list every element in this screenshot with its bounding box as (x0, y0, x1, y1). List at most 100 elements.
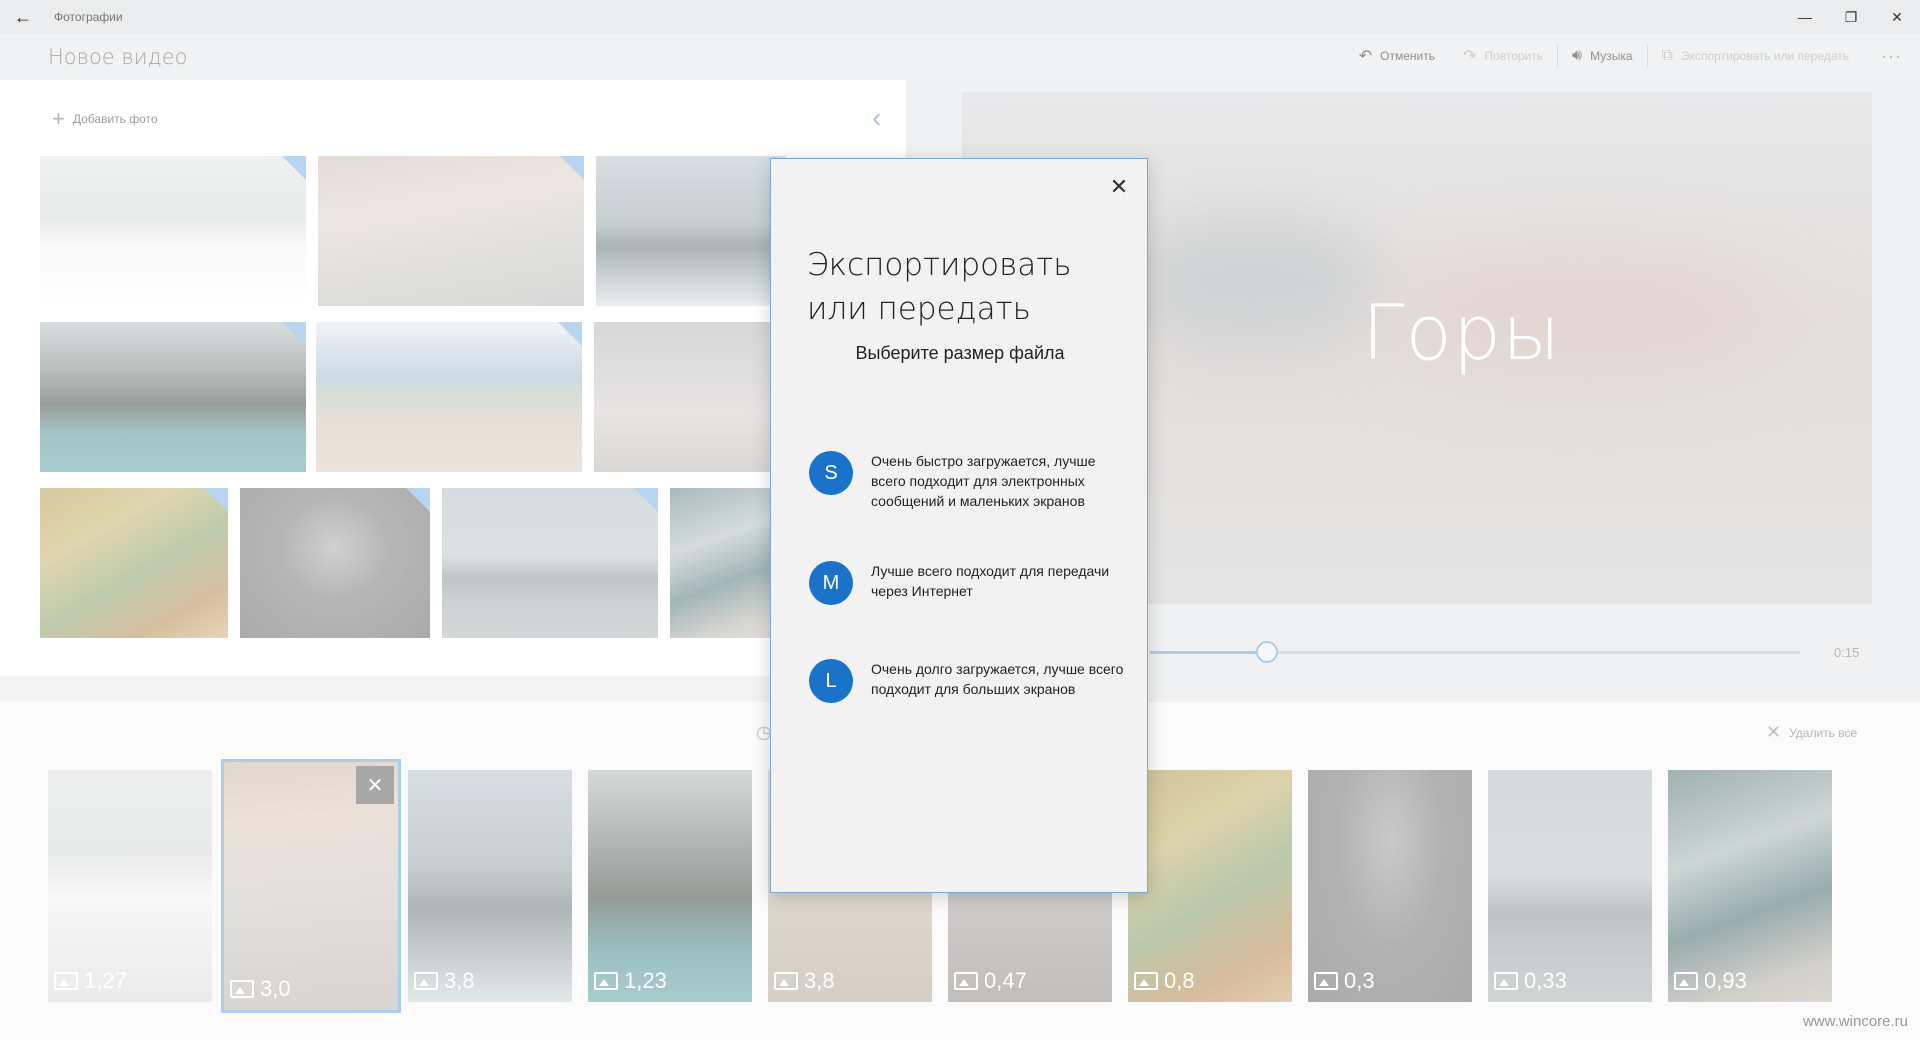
image-icon (54, 972, 78, 990)
card-duration-text: 3,8 (444, 968, 475, 993)
chevron-left-icon[interactable]: ‹ (872, 102, 881, 134)
back-arrow-icon[interactable]: ← (0, 0, 46, 34)
delete-all-label: Удалить все (1789, 725, 1858, 740)
image-icon (774, 972, 798, 990)
size-badge-l: L (809, 659, 853, 703)
music-button[interactable]: 🔊︎ Музыка (1558, 47, 1647, 65)
card-duration: 3,8 (774, 968, 835, 994)
export-option-large[interactable]: L Очень долго загружается, лучше всего п… (809, 659, 1129, 703)
undo-icon: ↶ (1358, 48, 1373, 65)
close-window-icon[interactable]: ✕ (1874, 0, 1920, 34)
selected-corner-icon (558, 322, 582, 346)
minimize-icon[interactable]: — (1782, 0, 1828, 34)
card-duration-text: 0,47 (984, 968, 1027, 993)
card-duration-text: 1,27 (84, 968, 127, 993)
card-duration-text: 0,93 (1704, 968, 1747, 993)
selected-corner-icon (282, 156, 306, 180)
preview-blur-shape (1122, 212, 1382, 352)
card-duration: 0,47 (954, 968, 1027, 994)
library-photo-snowy-forest[interactable] (596, 156, 786, 306)
image-icon (1494, 972, 1518, 990)
library-photo-dunes[interactable] (316, 322, 582, 472)
project-title[interactable]: Новое видео (48, 45, 188, 69)
card-duration: 0,33 (1494, 968, 1567, 994)
library-photo-parrot[interactable] (40, 488, 228, 638)
card-duration: 3,0 (230, 976, 291, 1002)
app-title: Фотографии (54, 10, 123, 24)
card-duration: 0,3 (1314, 968, 1375, 994)
window-controls: — ❐ ✕ (1782, 0, 1920, 34)
title-bar: ← Фотографии — ❐ ✕ (0, 0, 1920, 34)
export-option-small[interactable]: S Очень быстро загружается, лучше всего … (809, 451, 1129, 511)
export-option-medium[interactable]: M Лучше всего подходит для передачи чере… (809, 561, 1129, 605)
card-duration-text: 0,3 (1344, 968, 1375, 993)
card-duration-text: 0,8 (1164, 968, 1195, 993)
library-photo-mountain-lake[interactable] (40, 322, 306, 472)
export-dialog: ✕ Экспортировать или передать Выберите р… (770, 158, 1148, 893)
library-photo-snowy-cliff[interactable] (318, 156, 584, 306)
storyboard-card-selected[interactable]: ✕ 3,0 (221, 759, 401, 1013)
video-duration: 0:15 (1834, 645, 1860, 660)
export-button[interactable]: ⧉ Экспортировать или передать (1648, 47, 1863, 65)
storyboard-card[interactable]: 0,8 (1128, 770, 1292, 1002)
card-duration: 1,23 (594, 968, 667, 994)
seek-progress (1150, 651, 1267, 654)
seek-slider-thumb[interactable] (1256, 641, 1278, 663)
watermark: www.wincore.ru (1802, 1013, 1908, 1030)
music-label: Музыка (1590, 49, 1633, 63)
redo-button[interactable]: ↷ Повторить (1449, 46, 1557, 66)
card-duration: 1,27 (54, 968, 127, 994)
image-icon (1674, 972, 1698, 990)
library-photo-pier[interactable] (594, 322, 786, 472)
add-photo-label: Добавить фото (72, 112, 158, 126)
storyboard-card[interactable]: 0,3 (1308, 770, 1472, 1002)
selected-corner-icon (560, 156, 584, 180)
card-duration-text: 3,0 (260, 976, 291, 1001)
export-label: Экспортировать или передать (1680, 49, 1850, 63)
delete-all-button[interactable]: ✕ Удалить все (1766, 722, 1857, 743)
storyboard-card[interactable]: 0,33 (1488, 770, 1652, 1002)
card-duration-text: 0,33 (1524, 968, 1567, 993)
speaker-icon: 🔊︎ (1572, 47, 1583, 64)
size-badge-m: M (809, 561, 853, 605)
plus-icon: + (52, 106, 65, 131)
option-description: Лучше всего подходит для передачи через … (871, 563, 1110, 599)
card-duration: 0,93 (1674, 968, 1747, 994)
storyboard-card[interactable]: 1,23 (588, 770, 752, 1002)
library-photo-waves[interactable] (670, 488, 786, 638)
card-duration-text: 1,23 (624, 968, 667, 993)
toolbar: ↶ Отменить ↷ Повторить 🔊︎ Музыка ⧉ Экспо… (1345, 42, 1920, 70)
selected-corner-icon (634, 488, 658, 512)
selected-corner-icon (204, 488, 228, 512)
card-duration: 3,8 (414, 968, 475, 994)
storyboard-card[interactable]: 1,27 (48, 770, 212, 1002)
option-description: Очень долго загружается, лучше всего под… (871, 661, 1124, 697)
preview-title-text: Горы (1362, 288, 1562, 377)
card-duration: 0,8 (1134, 968, 1195, 994)
editor-header: Новое видео ↶ Отменить ↷ Повторить 🔊︎ Му… (0, 34, 1920, 80)
remove-card-icon[interactable]: ✕ (356, 766, 394, 804)
image-icon (1134, 972, 1158, 990)
library-photo-hares[interactable] (40, 156, 306, 306)
selected-corner-icon (406, 488, 430, 512)
undo-label: Отменить (1380, 49, 1436, 63)
close-icon[interactable]: ✕ (1105, 173, 1133, 201)
option-description: Очень быстро загружается, лучше всего по… (871, 453, 1096, 509)
undo-button[interactable]: ↶ Отменить (1345, 46, 1449, 66)
dialog-title: Экспортировать или передать (807, 247, 1072, 327)
library-photo-building[interactable] (240, 488, 430, 638)
dialog-subtitle: Выберите размер файла (855, 343, 1065, 363)
library-photo-mountain-range[interactable] (442, 488, 658, 638)
size-badge-s: S (809, 451, 853, 495)
restore-icon[interactable]: ❐ (1828, 0, 1874, 34)
close-icon: ✕ (1766, 722, 1782, 742)
image-icon (230, 980, 254, 998)
redo-icon: ↷ (1463, 48, 1477, 65)
image-icon (594, 972, 618, 990)
storyboard-card[interactable]: 3,8 (408, 770, 572, 1002)
image-icon (954, 972, 978, 990)
more-options-icon[interactable]: ··· (1863, 46, 1920, 67)
card-duration-text: 3,8 (804, 968, 835, 993)
storyboard-card[interactable]: 0,93 (1668, 770, 1832, 1002)
add-photo-button[interactable]: + Добавить фото (52, 106, 158, 132)
